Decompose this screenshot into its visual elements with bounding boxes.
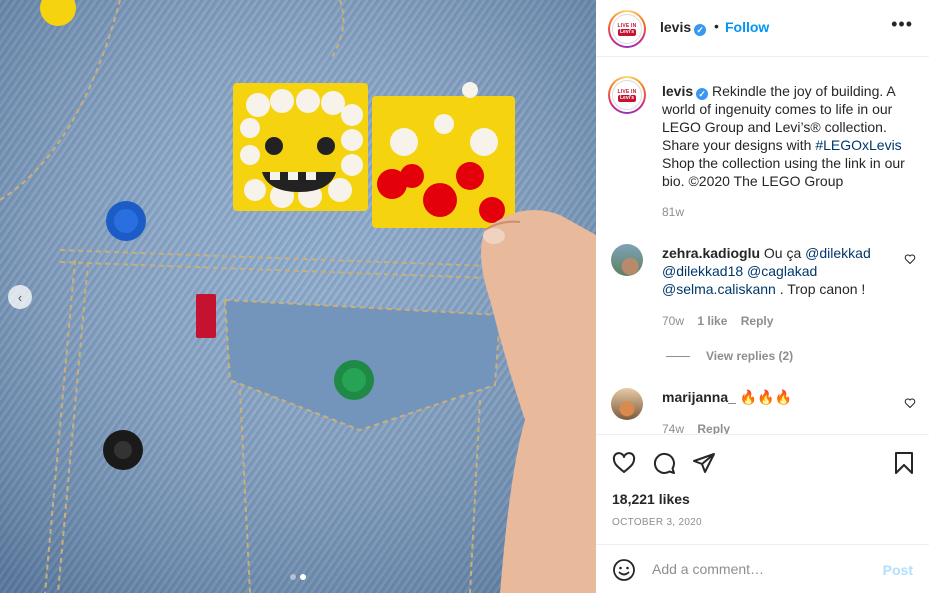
comments-list[interactable]: LIVE IN Levi's levis ✓ Rekindle the joy o… xyxy=(596,58,929,434)
carousel-dot xyxy=(290,574,296,580)
post-actions: 18,221 likes OCTOBER 3, 2020 xyxy=(596,434,929,544)
post-comment-button[interactable]: Post xyxy=(883,562,913,578)
comment-like-heart-icon[interactable] xyxy=(904,253,916,265)
avatar-logo-tag: Levi's xyxy=(618,94,636,102)
comment-item: marijanna_ 🔥🔥🔥 xyxy=(662,388,892,406)
comment-time[interactable]: 70w xyxy=(662,314,684,328)
post-caption: levis ✓ Rekindle the joy of building. A w… xyxy=(662,82,918,190)
reply-button[interactable]: Reply xyxy=(697,422,730,434)
comment-item: zehra.kadioglu Ou ça @dilekkad @dilekkad… xyxy=(662,244,892,298)
comment-time[interactable]: 74w xyxy=(662,422,684,434)
post-date: OCTOBER 3, 2020 xyxy=(612,517,702,528)
share-icon[interactable] xyxy=(692,451,716,475)
comment-mention[interactable]: @caglakad xyxy=(747,263,817,279)
post-header: LIVE IN Levi's levis ✓ • Follow ••• xyxy=(596,0,929,57)
comment-like-heart-icon[interactable] xyxy=(904,397,916,409)
comment-mention[interactable]: @dilekkad18 xyxy=(662,263,743,279)
caption-author-avatar[interactable]: LIVE IN Levi's xyxy=(608,76,646,114)
carousel-dots xyxy=(0,574,596,580)
comment-actions: 74w Reply xyxy=(662,422,740,434)
comment-author[interactable]: zehra.kadioglu xyxy=(662,245,760,261)
emoji-icon[interactable] xyxy=(612,558,636,582)
add-comment-bar: Post xyxy=(596,544,929,593)
verified-badge-icon: ✓ xyxy=(694,24,707,36)
chevron-left-icon[interactable]: ‹ xyxy=(8,285,32,309)
comment-input[interactable] xyxy=(652,557,872,581)
avatar-logo-text: LIVE IN xyxy=(617,88,637,95)
caption-hashtag[interactable]: #LEGOxLevis xyxy=(815,137,901,153)
caption-timestamp[interactable]: 81w xyxy=(662,205,684,219)
comment-text: 🔥🔥🔥 xyxy=(739,389,793,405)
avatar-logo-text: LIVE IN xyxy=(617,22,637,29)
comment-mention[interactable]: @dilekkad xyxy=(805,245,871,261)
heart-icon[interactable] xyxy=(612,451,636,475)
more-options-icon[interactable]: ••• xyxy=(891,14,913,35)
author-username[interactable]: levis xyxy=(660,19,691,35)
commenter-avatar[interactable] xyxy=(611,388,643,420)
carousel-dot-active xyxy=(300,574,306,580)
post-photo[interactable]: ‹ xyxy=(0,0,596,593)
caption-author[interactable]: levis xyxy=(662,83,693,99)
bookmark-icon[interactable] xyxy=(892,451,916,475)
author-avatar[interactable]: LIVE IN Levi's xyxy=(608,10,646,48)
post-side-panel: LIVE IN Levi's levis ✓ • Follow ••• LIVE … xyxy=(596,0,929,593)
comment-text: . Trop canon ! xyxy=(775,281,866,297)
likes-count[interactable]: 18,221 likes xyxy=(612,491,690,507)
verified-badge-icon: ✓ xyxy=(696,88,709,100)
view-replies-label: View replies (2) xyxy=(706,349,794,363)
comment-icon[interactable] xyxy=(652,451,676,475)
avatar-logo-tag: Levi's xyxy=(618,28,636,36)
follow-button[interactable]: Follow xyxy=(725,19,769,35)
denim-jacket-image xyxy=(0,0,596,593)
comment-author[interactable]: marijanna_ xyxy=(662,389,736,405)
separator-dot: • xyxy=(714,18,719,34)
reply-button[interactable]: Reply xyxy=(741,314,774,328)
commenter-avatar[interactable] xyxy=(611,244,643,276)
comment-mention[interactable]: @selma.caliskann xyxy=(662,281,776,297)
comment-text: Ou ça xyxy=(763,245,806,261)
comment-actions: 70w 1 like Reply xyxy=(662,314,783,328)
comment-likes[interactable]: 1 like xyxy=(697,314,727,328)
view-replies-button[interactable]: View replies (2) xyxy=(666,349,793,363)
caption-text-end: Shop the collection using the link in ou… xyxy=(662,155,905,189)
